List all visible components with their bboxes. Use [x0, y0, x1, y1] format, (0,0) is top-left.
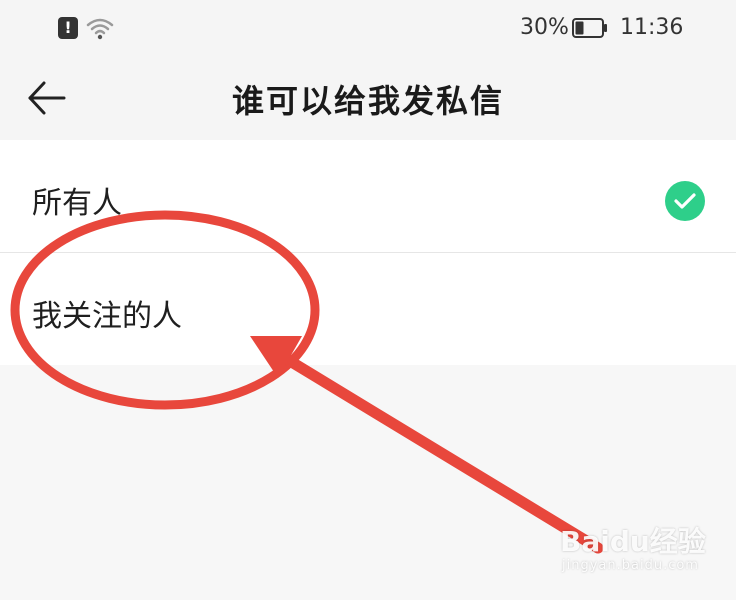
option-label: 所有人: [32, 186, 122, 221]
battery-percent: 30%: [520, 15, 569, 40]
header: 谁可以给我发私信: [0, 58, 736, 140]
status-bar: ! 30% 11:36: [0, 0, 736, 58]
watermark: Baidu经验 jingyan.baidu.com: [560, 520, 720, 590]
option-label: 我关注的人: [32, 299, 182, 334]
arrow-shaft: [279, 352, 604, 554]
alert-icon: !: [58, 17, 78, 39]
watermark-url: jingyan.baidu.com: [562, 558, 699, 573]
option-everyone[interactable]: 所有人: [0, 140, 736, 252]
screen: ! 30% 11:36 谁可以给我发私信 所有人 我关注的人 Baidu经验 j…: [0, 0, 736, 600]
check-icon: [665, 181, 705, 221]
clock: 11:36: [620, 15, 684, 40]
watermark-brand: Baidu经验: [560, 525, 706, 558]
battery-icon: [572, 18, 607, 38]
options-list: 所有人 我关注的人: [0, 140, 736, 365]
option-people-i-follow[interactable]: 我关注的人: [0, 252, 736, 365]
page-title: 谁可以给我发私信: [231, 82, 504, 120]
wifi-icon: [86, 18, 114, 40]
